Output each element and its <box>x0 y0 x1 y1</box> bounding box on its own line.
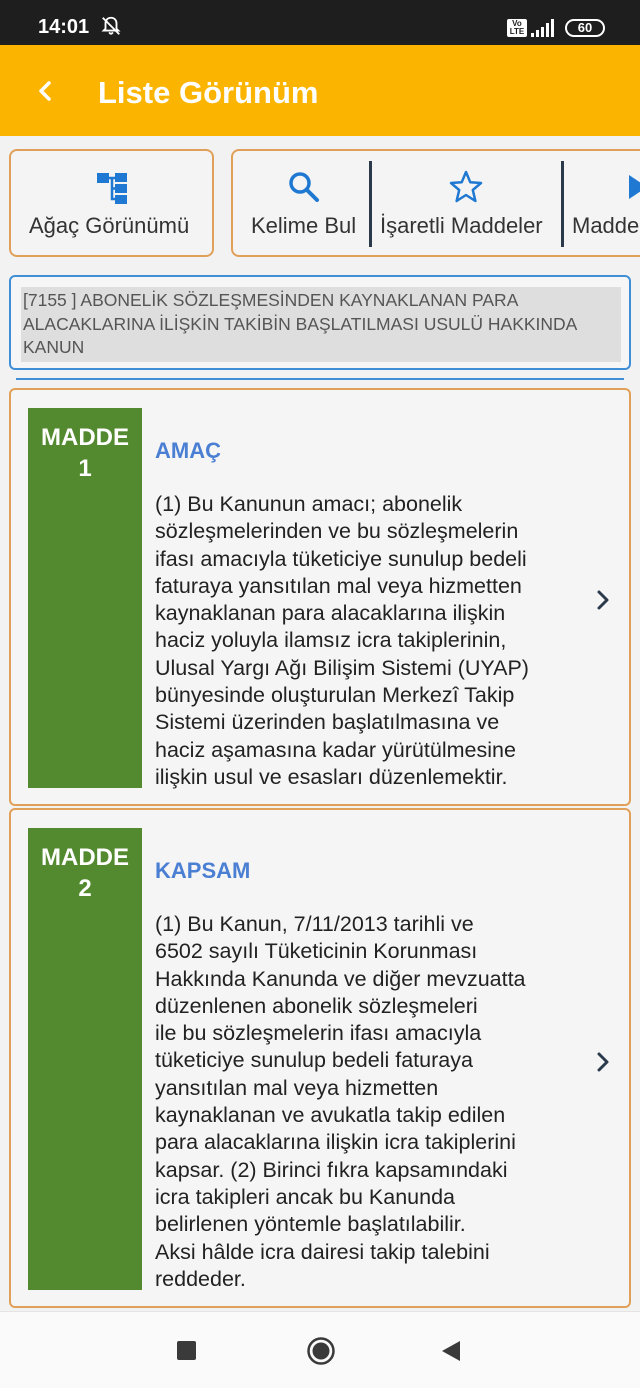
status-time: 14:01 <box>38 16 90 38</box>
back-triangle-icon[interactable] <box>440 1339 462 1363</box>
law-title: [7155 ] ABONELİK SÖZLEŞMESİNDEN KAYNAKLA… <box>21 287 621 362</box>
madde-badge: MADDE 1 <box>28 408 142 788</box>
chevron-right-icon[interactable] <box>591 588 615 612</box>
signal-icon <box>531 19 554 37</box>
status-bar: 14:01 Vo LTE 60 <box>0 0 640 45</box>
article-card[interactable]: MADDE 1 AMAÇ (1) Bu Kanunun amacı; abone… <box>9 388 631 806</box>
articles-label: Madde <box>572 213 640 238</box>
play-icon <box>629 175 640 199</box>
page-title: Liste Görünüm <box>98 75 319 110</box>
marked-articles-button[interactable]: İşaretli Maddeler <box>372 151 560 255</box>
bell-off-icon <box>101 16 121 35</box>
volte-badge: Vo LTE <box>507 19 527 37</box>
battery-icon: 60 <box>565 19 605 37</box>
find-word-button[interactable]: Kelime Bul <box>233 151 370 255</box>
find-word-label: Kelime Bul <box>251 213 357 238</box>
law-title-box: [7155 ] ABONELİK SÖZLEŞMESİNDEN KAYNAKLA… <box>9 275 631 370</box>
app-bar: Liste Görünüm <box>0 45 640 136</box>
articles-button[interactable]: Madde <box>564 151 640 255</box>
toolbar: Kelime Bul İşaretli Maddeler Madde <box>231 149 640 257</box>
madde-label: MADDE <box>41 844 129 871</box>
tree-view-item[interactable]: Ağaç Görünümü <box>11 151 212 255</box>
chevron-left-icon[interactable] <box>28 73 64 109</box>
article-card[interactable]: MADDE 2 KAPSAM (1) Bu Kanun, 7/11/2013 t… <box>9 808 631 1308</box>
recents-square-icon[interactable] <box>177 1341 196 1360</box>
tree-view-label: Ağaç Görünümü <box>29 213 190 238</box>
chevron-right-icon[interactable] <box>591 1050 615 1074</box>
madde-number: 2 <box>78 875 92 902</box>
home-circle-icon[interactable] <box>306 1336 336 1366</box>
article-body: (1) Bu Kanun, 7/11/2013 tarihli ve 6502 … <box>155 912 526 1291</box>
article-title: AMAÇ <box>155 438 221 463</box>
tree-view-button[interactable]: Ağaç Görünümü <box>9 149 214 257</box>
separator-line <box>16 378 624 380</box>
tree-icon <box>97 173 127 204</box>
madde-number: 1 <box>78 455 92 482</box>
marked-articles-label: İşaretli Maddeler <box>380 213 543 238</box>
madde-label: MADDE <box>41 424 129 451</box>
article-body: (1) Bu Kanunun amacı; abonelik sözleşmel… <box>155 492 529 789</box>
madde-badge: MADDE 2 <box>28 828 142 1290</box>
search-icon <box>289 172 319 202</box>
system-nav-bar <box>0 1311 640 1388</box>
article-title: KAPSAM <box>155 858 251 883</box>
star-icon <box>449 170 483 203</box>
